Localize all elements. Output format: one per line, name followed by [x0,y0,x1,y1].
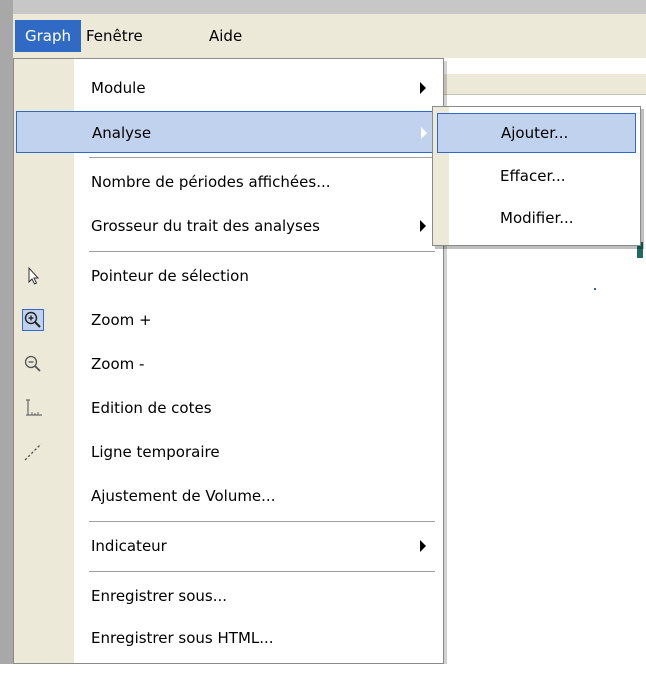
menu-item-nombre-periodes[interactable]: Nombre de périodes affichées... [16,161,441,203]
submenu-arrow-icon [421,127,427,139]
arrow-pointer-icon [22,265,44,287]
analyse-submenu: Ajouter... Effacer... Modifier... [432,106,641,246]
submenu-item-ajouter[interactable]: Ajouter... [437,113,636,153]
zoom-in-icon [22,309,44,331]
menu-item-label: Zoom + [91,311,152,329]
menu-graph[interactable]: Graph [15,20,82,52]
submenu-item-label: Ajouter... [501,124,569,142]
menu-item-analyse[interactable]: Analyse [16,111,441,153]
menu-item-indicateur[interactable]: Indicateur [16,525,441,567]
submenu-item-label: Effacer... [500,167,566,185]
dimension-edit-icon [22,397,44,419]
menu-item-label: Enregistrer sous... [91,587,228,605]
menu-item-label: Enregistrer sous HTML... [91,629,274,647]
menu-item-label: Indicateur [91,537,167,555]
submenu-arrow-icon [420,540,426,552]
menu-item-zoom-plus[interactable]: Zoom + [16,299,441,341]
menu-item-pointeur-selection[interactable]: Pointeur de sélection [16,255,441,297]
menu-aide-label: Aide [209,27,243,45]
menu-item-grosseur-trait[interactable]: Grosseur du trait des analyses [16,205,441,247]
zoom-out-icon [22,353,44,375]
menu-item-label: Grosseur du trait des analyses [91,217,320,235]
menu-item-ligne-temporaire[interactable]: Ligne temporaire [16,431,441,473]
menu-graph-label: Graph [25,27,72,45]
menu-item-label: Nombre de périodes affichées... [91,173,331,191]
menu-item-edition-cotes[interactable]: Edition de cotes [16,387,441,429]
menu-item-label: Edition de cotes [91,399,212,417]
toolbar-strip [444,74,646,95]
window-frame-left [0,0,13,679]
submenu-item-modifier[interactable]: Modifier... [437,199,636,239]
menu-item-module[interactable]: Module [16,67,441,109]
chart-dot [594,288,596,290]
menu-separator [89,251,435,253]
menu-separator [89,157,435,159]
menu-item-zoom-minus[interactable]: Zoom - [16,343,441,385]
window-frame-bottom [0,664,646,679]
window-frame-top [0,0,646,14]
menu-item-enregistrer-sous[interactable]: Enregistrer sous... [16,575,441,617]
menu-item-label: Zoom - [91,355,145,373]
menu-item-label: Ajustement de Volume... [91,487,276,505]
menu-aide[interactable]: Aide [199,20,252,52]
menu-separator [89,521,435,523]
submenu-item-effacer[interactable]: Effacer... [437,157,636,197]
menu-item-label: Analyse [92,124,152,142]
submenu-item-label: Modifier... [500,209,574,227]
menu-item-label: Ligne temporaire [91,443,220,461]
menubar: Graph Fenêtre Aide [13,14,646,59]
graph-menu: Module Analyse Nombre de périodes affich… [13,58,444,664]
menu-fenetre[interactable]: Fenêtre [76,20,153,52]
menu-item-label: Pointeur de sélection [91,267,249,285]
dashed-line-icon [22,441,44,463]
submenu-arrow-icon [420,220,426,232]
menu-fenetre-label: Fenêtre [86,27,143,45]
submenu-arrow-icon [420,82,426,94]
menu-item-enregistrer-html[interactable]: Enregistrer sous HTML... [16,617,441,659]
menu-separator [89,571,435,573]
menu-item-ajustement-volume[interactable]: Ajustement de Volume... [16,475,441,517]
menu-item-label: Module [91,79,146,97]
